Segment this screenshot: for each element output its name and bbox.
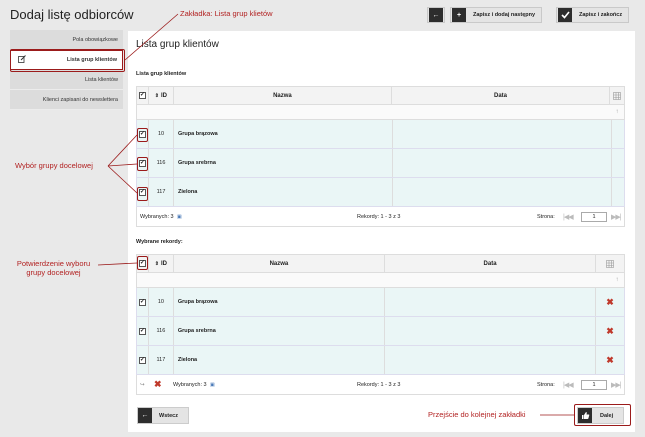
annotation-tab: Zakładka: Lista grup klietów (180, 9, 273, 18)
annotation-confirm: Potwierdzenie wyboru grupy docelowej (11, 259, 96, 277)
annotation-next-tab: Przejście do kolejnej zakładki (428, 410, 526, 419)
annotation-confirm-line2: grupy docelowej (26, 268, 81, 277)
annotation-lines (97, 13, 574, 416)
annotation-select-group: Wybór grupy docelowej (15, 161, 93, 170)
annotation-confirm-line1: Potwierdzenie wyboru (16, 259, 91, 268)
